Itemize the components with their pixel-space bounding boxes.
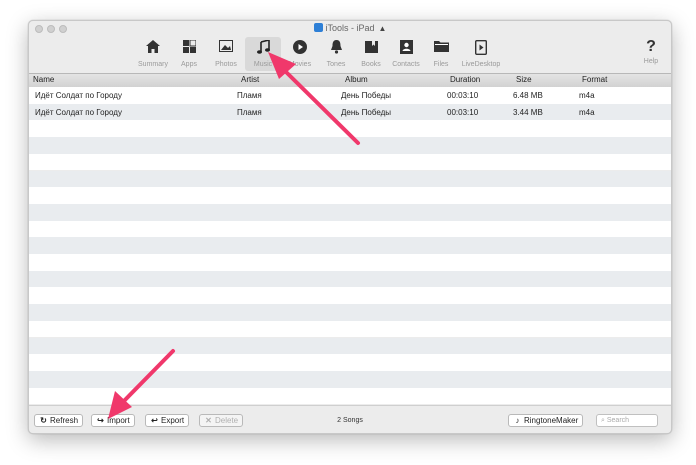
empty-row — [29, 270, 671, 288]
empty-row — [29, 120, 671, 138]
song-duration: 00:03:10 — [447, 107, 479, 117]
music-note-icon — [245, 40, 281, 60]
book-icon — [353, 40, 389, 60]
column-header-duration[interactable]: Duration — [450, 75, 480, 84]
ringtone-maker-button[interactable]: ♪ RingtoneMaker — [508, 414, 584, 427]
home-icon — [135, 40, 171, 60]
empty-row — [29, 187, 671, 204]
empty-row — [29, 387, 671, 405]
song-format: m4a — [579, 107, 595, 117]
tab-files[interactable]: Files — [423, 37, 459, 71]
window-title: iTools - iPad ▲ — [29, 23, 671, 33]
column-header-album[interactable]: Album — [345, 75, 368, 84]
song-list: Идёт Солдат по Городу Пламя День Победы … — [29, 87, 671, 405]
help-button[interactable]: ? Help — [633, 37, 669, 71]
empty-row — [29, 304, 671, 321]
column-header-name[interactable]: Name — [33, 75, 54, 84]
empty-row — [29, 153, 671, 171]
song-artist: Пламя — [237, 107, 262, 117]
empty-row — [29, 354, 671, 371]
empty-row — [29, 137, 671, 154]
ringtone-maker-label: RingtoneMaker — [524, 416, 579, 425]
title-bar: iTools - iPad ▲ — [29, 21, 671, 35]
table-header: Name Artist Album Duration Size Format — [29, 73, 671, 88]
live-desktop-icon — [463, 40, 499, 60]
contacts-icon — [388, 40, 424, 60]
empty-row — [29, 170, 671, 188]
bell-icon — [318, 40, 354, 60]
song-size: 6.48 MB — [513, 91, 543, 100]
table-row[interactable]: Идёт Солдат по Городу Пламя День Победы … — [29, 103, 671, 121]
empty-row — [29, 203, 671, 221]
empty-row — [29, 237, 671, 254]
song-album: День Победы — [341, 91, 392, 100]
column-header-artist[interactable]: Artist — [241, 75, 259, 84]
bell-icon: ♪ — [515, 416, 520, 425]
song-duration: 00:03:10 — [447, 91, 479, 100]
empty-row — [29, 337, 671, 355]
apps-icon — [171, 40, 207, 60]
song-artist: Пламя — [237, 91, 262, 100]
search-icon: ⌕ — [601, 417, 605, 424]
search-placeholder: Search — [606, 417, 630, 424]
main-toolbar: Summary Apps Photos Music Movies Tones B… — [29, 35, 671, 71]
empty-row — [29, 220, 671, 238]
song-album: День Победы — [341, 107, 392, 117]
question-icon: ? — [646, 38, 656, 55]
empty-row — [29, 320, 671, 338]
help-label: Help — [643, 58, 659, 65]
photo-icon — [208, 40, 244, 60]
column-header-size[interactable]: Size — [516, 75, 532, 84]
table-row[interactable]: Идёт Солдат по Городу Пламя День Победы … — [29, 87, 671, 104]
song-format: m4a — [579, 91, 595, 100]
window-title-text: iTools - iPad — [325, 23, 375, 33]
tab-livedesktop[interactable]: LiveDesktop — [462, 37, 500, 71]
column-header-format[interactable]: Format — [582, 75, 607, 84]
search-field[interactable]: ⌕ Search — [596, 414, 658, 427]
itools-window: iTools - iPad ▲ Summary Apps Photos Music… — [28, 20, 672, 434]
eject-icon[interactable]: ▲ — [379, 24, 387, 33]
bottom-toolbar: ↻ Refresh ↪ Import ↩ Export ✕ Delete 2 Songs… — [29, 405, 671, 433]
folder-icon — [423, 40, 459, 60]
song-size: 3.44 MB — [513, 107, 543, 117]
song-name: Идёт Солдат по Городу — [35, 91, 122, 100]
tab-livedesktop-label: LiveDesktop — [461, 61, 501, 68]
song-name: Идёт Солдат по Городу — [35, 107, 122, 117]
empty-row — [29, 254, 671, 271]
itools-app-icon — [313, 23, 323, 32]
empty-row — [29, 287, 671, 305]
play-circle-icon — [282, 40, 318, 60]
empty-row — [29, 370, 671, 388]
